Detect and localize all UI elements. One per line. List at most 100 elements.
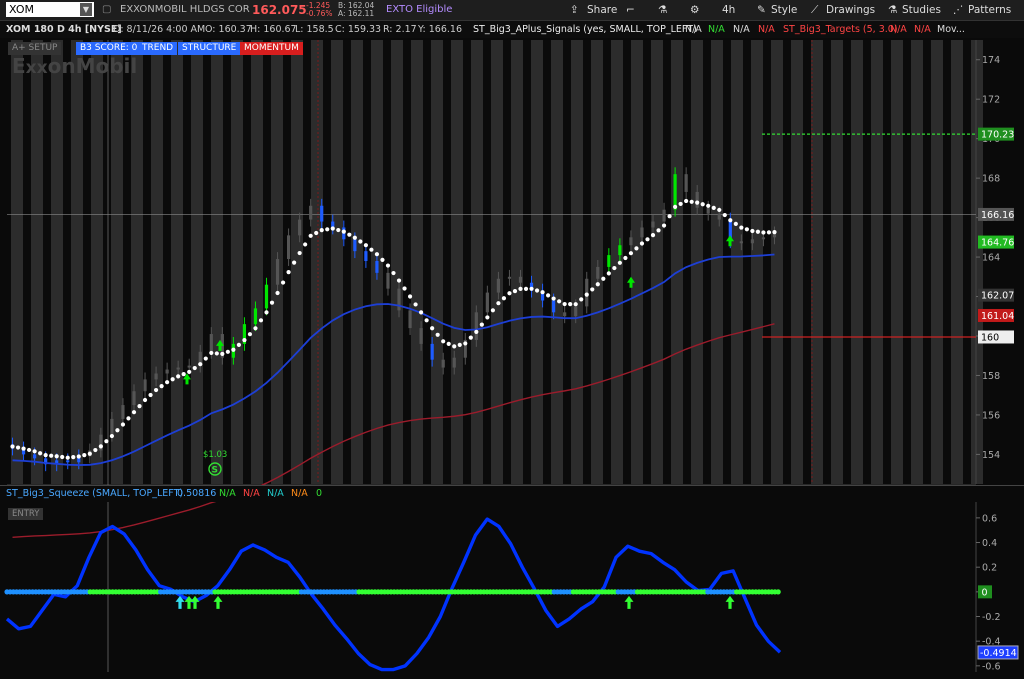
session-band [891,40,903,484]
candle-body [695,191,699,208]
study-moving-average[interactable]: Mov... [937,21,965,38]
trail-dot [15,445,21,450]
studies-icon[interactable]: ⚗ [888,0,897,20]
trail-dot [546,293,551,298]
trail-dot [695,200,700,205]
session-band [911,40,923,484]
candle-body [364,251,368,262]
trail-dot [60,454,65,460]
session-band [531,40,543,484]
candle-body [441,359,445,368]
y-tick-label: -0.6 [982,661,1001,672]
trail-dot [142,397,148,403]
drawings-icon[interactable]: ⟋ [811,0,818,20]
trail-dot [661,223,667,228]
trail-dot [369,247,374,252]
session-band [871,40,883,484]
candle-body [353,239,357,252]
bracket-icon[interactable]: ⌐ [626,0,635,20]
candle-body [419,328,423,344]
candle-body [673,174,677,210]
trail-dot [297,250,302,256]
trail-dot [65,455,70,460]
squeeze-value: 0.50816 [177,488,217,499]
chart-canvas[interactable]: 154156158160162164166168170172174S$1.031… [0,38,1024,679]
sma-price-label: 161.04 [981,311,1014,322]
trail-dot [38,451,43,456]
gear-icon[interactable]: ⚙ [690,0,699,20]
trail-dot [198,362,203,367]
candle-body [750,239,754,244]
trail-dot [87,451,92,456]
study-aplus-signals[interactable]: ST_Big3_APlus_Signals (yes, SMALL, TOP_L… [473,21,697,38]
trail-dot [584,292,589,297]
candle-body [286,235,291,260]
session-band [311,40,323,484]
trail-dot [71,455,76,460]
trail-dot [10,444,15,449]
trail-dot [601,276,606,281]
trail-dot [650,233,656,238]
session-band [471,40,483,484]
studies-button[interactable]: Studies [902,0,941,20]
trail-dot [424,318,429,323]
trail-dot [93,447,98,453]
candle-body [66,460,70,463]
drawings-button[interactable]: Drawings [826,0,875,20]
trail-dot [590,287,595,292]
trail-dot [490,308,495,313]
dividend-label: $1.03 [203,450,227,460]
patterns-button[interactable]: Patterns [968,0,1011,20]
trail-dot [402,286,407,291]
last-price: 162.075 [252,3,307,17]
trail-dot [242,337,247,343]
share-button[interactable]: Share [587,0,617,20]
target-down-label: 160 [981,332,999,343]
patterns-icon[interactable]: ⋰ [953,0,964,20]
y-tick-label: 164 [982,253,1000,264]
trail-dot [579,297,584,302]
trail-dot [623,255,628,261]
trail-dot [496,301,501,306]
candle-body [574,306,578,317]
study-squeeze[interactable]: ST_Big3_Squeeze (SMALL, TOP_LEFT) [6,486,183,502]
y-tick-label: 158 [982,371,1000,382]
session-band [551,40,563,484]
trail-dot [214,351,219,356]
link-icon[interactable]: ▢ [102,0,111,20]
candle-body [320,205,324,222]
ema-price-label: 164.76 [981,238,1014,249]
trail-dot [485,315,490,320]
study-targets[interactable]: ST_Big3_Targets (5, 3.0) [783,21,898,38]
na-value: N/A [708,24,725,35]
session-band [251,40,263,484]
flask-icon[interactable]: ⚗ [658,0,667,20]
candle-body [496,278,501,293]
session-band [491,40,503,484]
trail-dot [352,235,357,240]
trail-dot [209,350,214,356]
timeframe-button[interactable]: 4h [722,0,735,20]
candle-body [485,292,489,313]
y-tick-label: 0.6 [982,513,997,524]
zero-label: 0 [982,587,988,598]
trail-dot [628,251,634,256]
trail-dot [733,221,738,227]
y-tick-label: 156 [982,410,1000,421]
style-button[interactable]: Style [771,0,797,20]
share-icon[interactable]: ⇪ [570,0,579,20]
trail-dot [430,326,435,331]
na-value: N/A [291,488,308,499]
session-band [351,40,363,484]
trail-dot [358,239,363,244]
chevron-down-icon[interactable]: ▼ [80,3,92,16]
chart-title: XOM 180 D 4h [NYSE] [6,24,122,35]
bar-date: D: 8/11/26 4:00 AM [113,24,206,35]
trail-dot [109,433,115,439]
style-icon[interactable]: ✎ [757,0,766,20]
trail-dot [330,226,335,231]
exto-badge[interactable]: EXTO Eligible [386,0,452,20]
trail-dot [192,365,197,371]
trail-dot [595,282,600,287]
trail-dot [104,439,109,444]
